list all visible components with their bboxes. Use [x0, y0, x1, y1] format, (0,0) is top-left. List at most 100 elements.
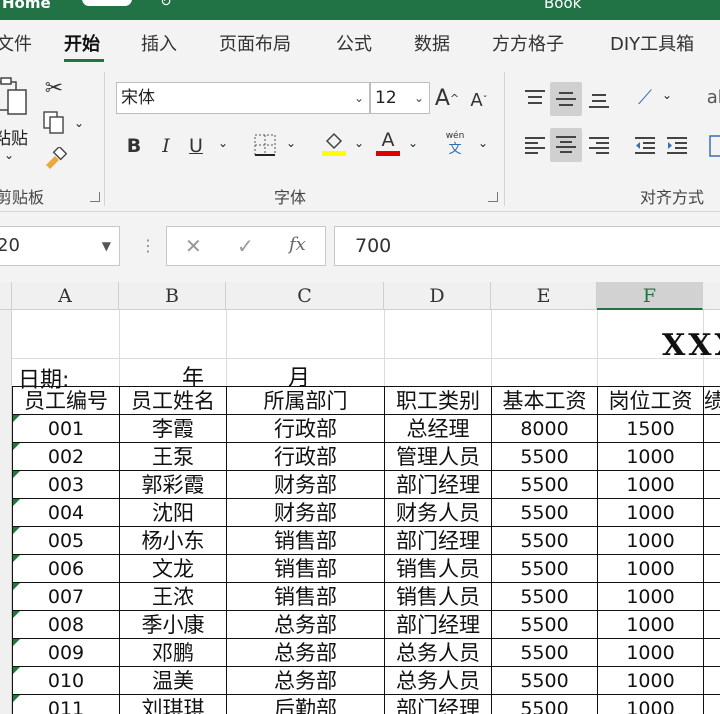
table-cell[interactable]: 5500 [491, 554, 598, 583]
paste-icon[interactable] [0, 76, 30, 120]
error-indicator-icon[interactable] [13, 527, 20, 534]
table-cell[interactable] [703, 638, 720, 667]
column-header[interactable]: D [384, 282, 491, 310]
phonetic-guide-icon[interactable]: wén 文 [440, 128, 470, 160]
tab-1[interactable]: 开始 [64, 30, 100, 56]
select-all-corner[interactable] [0, 282, 12, 310]
table-cell[interactable]: 007 [12, 582, 120, 611]
italic-button[interactable]: I [154, 132, 178, 160]
table-cell[interactable]: 011 [12, 694, 120, 714]
table-cell[interactable]: 002 [12, 442, 120, 471]
font-color-button[interactable]: A [374, 126, 402, 158]
table-cell[interactable]: 1000 [597, 554, 704, 583]
enter-icon[interactable]: ✓ [237, 234, 254, 258]
column-header[interactable] [703, 282, 720, 310]
table-header-cell[interactable]: 绩 [703, 386, 720, 415]
table-cell[interactable]: 销售人员 [384, 554, 492, 583]
table-cell[interactable]: 后勤部 [226, 694, 385, 714]
table-cell[interactable]: 总务部 [226, 610, 385, 639]
table-cell[interactable]: 刘琪琪 [119, 694, 227, 714]
table-cell[interactable]: 部门经理 [384, 694, 492, 714]
column-header[interactable]: E [491, 282, 597, 310]
bold-button[interactable]: B [122, 132, 146, 160]
table-cell[interactable]: 销售人员 [384, 582, 492, 611]
table-cell[interactable]: 部门经理 [384, 470, 492, 499]
table-cell[interactable]: 李霞 [119, 414, 227, 443]
cancel-icon[interactable]: ✕ [185, 234, 202, 258]
table-cell[interactable] [703, 442, 720, 471]
table-cell[interactable]: 1000 [597, 498, 704, 527]
table-cell[interactable]: 郭彩霞 [119, 470, 227, 499]
decrease-font-size-icon[interactable]: Aˇ [466, 86, 492, 114]
table-cell[interactable]: 杨小东 [119, 526, 227, 555]
fill-color-dropdown-icon[interactable]: ⌄ [354, 136, 364, 150]
orientation-dropdown-icon[interactable]: ⌄ [662, 88, 672, 102]
error-indicator-icon[interactable] [13, 415, 20, 422]
table-header-cell[interactable]: 职工类别 [384, 386, 492, 415]
table-cell[interactable]: 总务部 [226, 666, 385, 695]
table-cell[interactable]: 总经理 [384, 414, 492, 443]
tab-3[interactable]: 页面布局 [219, 30, 291, 56]
column-header[interactable]: C [226, 282, 384, 310]
table-cell[interactable]: 1000 [597, 582, 704, 611]
error-indicator-icon[interactable] [13, 639, 20, 646]
align-middle-icon[interactable] [550, 82, 582, 116]
error-indicator-icon[interactable] [13, 471, 20, 478]
table-cell[interactable]: 5500 [491, 582, 598, 611]
table-cell[interactable]: 006 [12, 554, 120, 583]
table-cell[interactable] [703, 498, 720, 527]
table-cell[interactable] [703, 610, 720, 639]
increase-indent-icon[interactable] [662, 130, 692, 162]
table-header-cell[interactable]: 所属部门 [226, 386, 385, 415]
table-cell[interactable]: 季小康 [119, 610, 227, 639]
table-cell[interactable]: 005 [12, 526, 120, 555]
table-cell[interactable]: 王浓 [119, 582, 227, 611]
table-cell[interactable] [703, 526, 720, 555]
error-indicator-icon[interactable] [13, 611, 20, 618]
table-cell[interactable] [703, 554, 720, 583]
table-cell[interactable]: 1000 [597, 666, 704, 695]
clipboard-launcher-icon[interactable] [90, 192, 100, 202]
table-cell[interactable]: 沈阳 [119, 498, 227, 527]
error-indicator-icon[interactable] [13, 695, 20, 702]
table-cell[interactable]: 销售部 [226, 526, 385, 555]
table-cell[interactable]: 003 [12, 470, 120, 499]
formula-bar-grip-icon[interactable]: ⋮ [140, 236, 156, 255]
table-cell[interactable]: 行政部 [226, 442, 385, 471]
column-header[interactable]: A [12, 282, 119, 310]
align-right-icon[interactable] [584, 130, 614, 162]
table-cell[interactable]: 总务人员 [384, 666, 492, 695]
table-header-cell[interactable]: 员工姓名 [119, 386, 227, 415]
table-cell[interactable]: 邓鹏 [119, 638, 227, 667]
borders-icon[interactable] [252, 132, 278, 158]
table-cell[interactable]: 009 [12, 638, 120, 667]
paste-dropdown-icon[interactable]: ⌄ [4, 148, 14, 162]
underline-dropdown-icon[interactable]: ⌄ [218, 136, 228, 150]
tab-0[interactable]: 文件 [0, 30, 32, 56]
autosave-toggle[interactable] [82, 0, 132, 6]
table-cell[interactable]: 1000 [597, 442, 704, 471]
fill-color-icon[interactable] [320, 128, 348, 158]
table-header-cell[interactable]: 基本工资 [491, 386, 598, 415]
table-cell[interactable]: 004 [12, 498, 120, 527]
error-indicator-icon[interactable] [13, 499, 20, 506]
table-cell[interactable]: 行政部 [226, 414, 385, 443]
table-cell[interactable]: 文龙 [119, 554, 227, 583]
table-cell[interactable]: 5500 [491, 694, 598, 714]
sync-icon[interactable]: ↻ [160, 0, 178, 10]
insert-function-icon[interactable]: fx [289, 234, 306, 255]
table-cell[interactable]: 001 [12, 414, 120, 443]
table-cell[interactable]: 部门经理 [384, 526, 492, 555]
table-cell[interactable]: 5500 [491, 470, 598, 499]
worksheet[interactable]: XXX 日期: 年 月 员工编号员工姓名所属部门职工类别基本工资岗位工资绩001… [12, 310, 720, 714]
column-header[interactable]: B [119, 282, 226, 310]
table-cell[interactable]: 1000 [597, 470, 704, 499]
cut-icon[interactable]: ✂ [42, 76, 66, 101]
borders-dropdown-icon[interactable]: ⌄ [286, 136, 296, 150]
table-cell[interactable]: 财务部 [226, 470, 385, 499]
table-cell[interactable] [703, 470, 720, 499]
align-center-icon[interactable] [550, 128, 582, 162]
table-cell[interactable]: 温美 [119, 666, 227, 695]
wrap-text-icon[interactable]: ab [707, 82, 720, 112]
decrease-indent-icon[interactable] [630, 130, 660, 162]
